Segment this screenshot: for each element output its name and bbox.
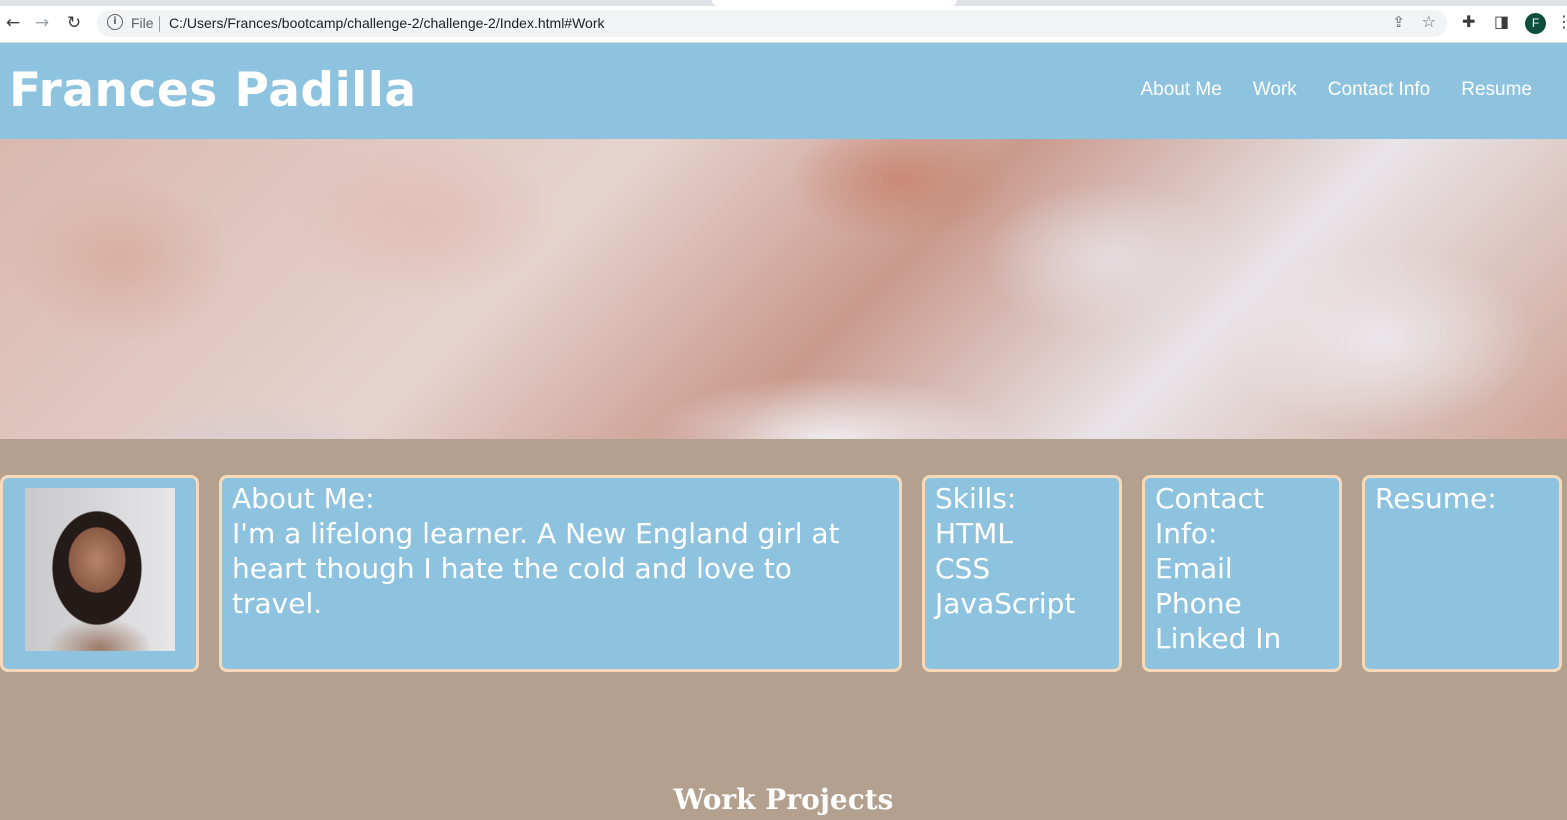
site-title: Frances Padilla xyxy=(9,63,417,118)
resume-card: Resume: xyxy=(1362,475,1562,672)
active-tab[interactable] xyxy=(712,0,957,6)
resume-heading: Resume: xyxy=(1375,482,1497,515)
skill-item: CSS xyxy=(935,552,991,585)
reload-icon[interactable]: ↻ xyxy=(63,12,85,34)
nav-link-resume[interactable]: Resume xyxy=(1461,79,1532,101)
profile-photo xyxy=(25,488,175,651)
address-bar[interactable]: i File C:/Users/Frances/bootcamp/challen… xyxy=(97,10,1447,37)
nav-link-about-me[interactable]: About Me xyxy=(1140,79,1221,101)
about-me-card: About Me: I'm a lifelong learner. A New … xyxy=(219,475,902,672)
share-icon[interactable]: ⇪ xyxy=(1392,13,1405,31)
contact-phone: Phone xyxy=(1155,587,1242,620)
skill-item: JavaScript xyxy=(935,587,1076,620)
work-projects-heading: Work Projects xyxy=(673,783,894,816)
browser-toolbar: ← → ↻ i File C:/Users/Frances/bootcamp/c… xyxy=(0,0,1567,43)
url-text[interactable]: C:/Users/Frances/bootcamp/challenge-2/ch… xyxy=(169,15,605,31)
about-me-text: I'm a lifelong learner. A New England gi… xyxy=(232,517,840,620)
nav-link-work[interactable]: Work xyxy=(1253,79,1297,101)
site-nav: About Me Work Contact Info Resume xyxy=(1140,79,1532,101)
nav-link-contact-info[interactable]: Contact Info xyxy=(1328,79,1430,101)
profile-photo-card xyxy=(0,475,199,672)
site-header: Frances Padilla About Me Work Contact In… xyxy=(0,43,1567,139)
menu-kebab-icon[interactable]: ⋮ xyxy=(1556,12,1567,31)
about-me-heading: About Me: xyxy=(232,482,375,515)
tab-strip xyxy=(0,0,1567,6)
scheme-label: File xyxy=(131,15,154,31)
back-icon[interactable]: ← xyxy=(2,12,24,34)
contact-heading: Contact Info: xyxy=(1155,482,1264,550)
bookmark-star-icon[interactable]: ☆ xyxy=(1422,12,1436,31)
contact-linkedin: Linked In xyxy=(1155,622,1282,655)
extensions-icon[interactable]: ✚ xyxy=(1462,12,1475,31)
profile-avatar[interactable]: F xyxy=(1525,13,1546,34)
address-divider xyxy=(159,16,160,32)
skills-heading: Skills: xyxy=(935,482,1017,515)
skill-item: HTML xyxy=(935,517,1013,550)
site-info-icon[interactable]: i xyxy=(107,14,123,30)
forward-icon[interactable]: → xyxy=(31,12,53,34)
contact-email: Email xyxy=(1155,552,1233,585)
side-panel-icon[interactable]: ◨ xyxy=(1494,12,1509,31)
contact-info-card: Contact Info: Email Phone Linked In xyxy=(1142,475,1342,672)
skills-card: Skills: HTML CSS JavaScript xyxy=(922,475,1122,672)
hero-cloud-image xyxy=(0,139,1567,439)
